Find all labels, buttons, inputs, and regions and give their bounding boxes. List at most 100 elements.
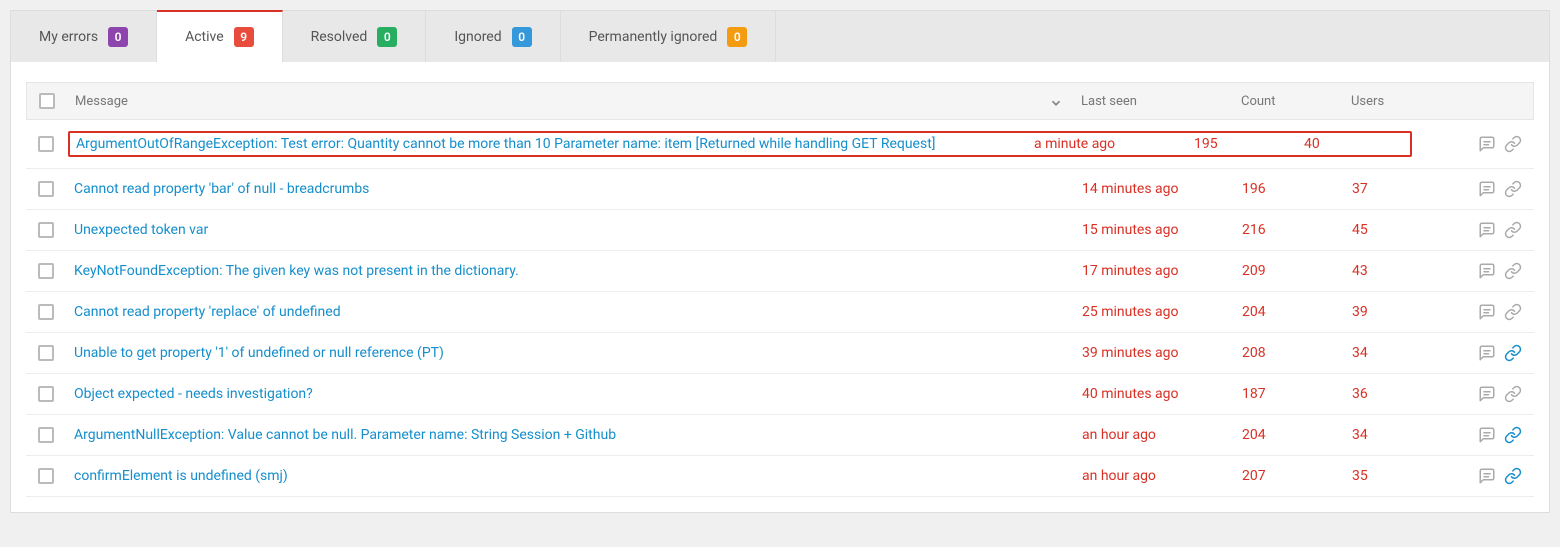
table-row: Unable to get property '1' of undefined … xyxy=(26,333,1534,374)
row-checkbox[interactable] xyxy=(38,386,54,402)
table-row: Unexpected token var 15 minutes ago21645 xyxy=(26,210,1534,251)
count-value: 216 xyxy=(1242,222,1352,238)
error-message-link[interactable]: KeyNotFoundException: The given key was … xyxy=(74,263,519,279)
comment-icon[interactable] xyxy=(1478,426,1496,444)
users-value: 36 xyxy=(1352,386,1452,402)
tab-ignored[interactable]: Ignored0 xyxy=(426,11,560,62)
users-value: 35 xyxy=(1352,468,1452,484)
link-icon[interactable] xyxy=(1504,135,1522,153)
users-value: 43 xyxy=(1352,263,1452,279)
tab-count-badge: 0 xyxy=(727,27,747,47)
tab-label: Permanently ignored xyxy=(589,29,718,45)
error-panel: My errors0Active9Resolved0Ignored0Perman… xyxy=(10,10,1550,513)
tab-my-errors[interactable]: My errors 0 xyxy=(11,11,157,62)
tab-label: My errors xyxy=(39,29,98,45)
table-row: Cannot read property 'replace' of undefi… xyxy=(26,292,1534,333)
count-value: 187 xyxy=(1242,386,1352,402)
row-checkbox[interactable] xyxy=(38,263,54,279)
lastseen-value: 39 minutes ago xyxy=(1082,345,1242,361)
tab-active[interactable]: Active 9 xyxy=(157,10,283,62)
count-value: 204 xyxy=(1242,427,1352,443)
comment-icon[interactable] xyxy=(1478,303,1496,321)
row-checkbox[interactable] xyxy=(38,136,54,152)
link-icon[interactable] xyxy=(1504,180,1522,198)
header-count[interactable]: Count xyxy=(1241,94,1351,109)
error-message-link[interactable]: Unable to get property '1' of undefined … xyxy=(74,345,444,361)
table-row: ArgumentOutOfRangeException: Test error:… xyxy=(26,120,1534,169)
users-value: 39 xyxy=(1352,304,1452,320)
lastseen-value: 40 minutes ago xyxy=(1082,386,1242,402)
count-value: 207 xyxy=(1242,468,1352,484)
lastseen-value: an hour ago xyxy=(1082,427,1242,443)
tab-bar: My errors0Active9Resolved0Ignored0Perman… xyxy=(11,11,1549,62)
table-row: confirmElement is undefined (smj) an hour… xyxy=(26,456,1534,497)
error-message-link[interactable]: ArgumentOutOfRangeException: Test error:… xyxy=(76,136,935,152)
comment-icon[interactable] xyxy=(1478,221,1496,239)
table-header-row: Message Last seen Count Users xyxy=(26,82,1534,120)
users-value: 34 xyxy=(1352,427,1452,443)
count-value: 195 xyxy=(1194,136,1304,152)
table-row: KeyNotFoundException: The given key was … xyxy=(26,251,1534,292)
comment-icon[interactable] xyxy=(1478,385,1496,403)
lastseen-value: 14 minutes ago xyxy=(1082,181,1242,197)
error-message-link[interactable]: confirmElement is undefined (smj) xyxy=(74,468,288,484)
row-checkbox[interactable] xyxy=(38,304,54,320)
comment-icon[interactable] xyxy=(1478,344,1496,362)
header-message-label: Message xyxy=(75,94,128,109)
row-checkbox[interactable] xyxy=(38,345,54,361)
lastseen-value: 15 minutes ago xyxy=(1082,222,1242,238)
users-value: 34 xyxy=(1352,345,1452,361)
error-message-link[interactable]: Cannot read property 'bar' of null - bre… xyxy=(74,181,369,197)
header-users-label: Users xyxy=(1351,94,1384,109)
comment-icon[interactable] xyxy=(1478,180,1496,198)
link-icon[interactable] xyxy=(1504,221,1522,239)
tab-count-badge: 9 xyxy=(234,27,254,47)
chevron-down-icon[interactable] xyxy=(1049,96,1063,113)
error-message-link[interactable]: Unexpected token var xyxy=(74,222,208,238)
lastseen-value: 25 minutes ago xyxy=(1082,304,1242,320)
count-value: 204 xyxy=(1242,304,1352,320)
select-all-checkbox[interactable] xyxy=(39,93,55,109)
comment-icon[interactable] xyxy=(1478,262,1496,280)
link-icon[interactable] xyxy=(1504,262,1522,280)
row-checkbox[interactable] xyxy=(38,181,54,197)
tab-label: Resolved xyxy=(311,29,368,45)
tab-label: Active xyxy=(185,29,224,45)
lastseen-value: a minute ago xyxy=(1034,136,1194,152)
link-icon[interactable] xyxy=(1504,467,1522,485)
content-area: Message Last seen Count Users ArgumentOu… xyxy=(11,62,1549,512)
tab-count-badge: 0 xyxy=(377,27,397,47)
header-lastseen[interactable]: Last seen xyxy=(1081,94,1241,109)
error-message-link[interactable]: Cannot read property 'replace' of undefi… xyxy=(74,304,341,320)
tab-count-badge: 0 xyxy=(108,27,128,47)
row-checkbox[interactable] xyxy=(38,427,54,443)
count-value: 196 xyxy=(1242,181,1352,197)
users-value: 45 xyxy=(1352,222,1452,238)
link-icon[interactable] xyxy=(1504,426,1522,444)
users-value: 37 xyxy=(1352,181,1452,197)
header-users[interactable]: Users xyxy=(1351,94,1451,109)
tab-permanently-ignored[interactable]: Permanently ignored 0 xyxy=(561,11,777,62)
lastseen-value: 17 minutes ago xyxy=(1082,263,1242,279)
error-message-link[interactable]: Object expected - needs investigation? xyxy=(74,386,313,402)
table-row: Object expected - needs investigation? 40… xyxy=(26,374,1534,415)
row-checkbox[interactable] xyxy=(38,468,54,484)
comment-icon[interactable] xyxy=(1478,135,1496,153)
tab-resolved[interactable]: Resolved 0 xyxy=(283,11,427,62)
users-value: 40 xyxy=(1304,136,1404,152)
count-value: 209 xyxy=(1242,263,1352,279)
link-icon[interactable] xyxy=(1504,303,1522,321)
tab-count-badge: 0 xyxy=(512,27,532,47)
lastseen-value: an hour ago xyxy=(1082,468,1242,484)
highlighted-row-box: ArgumentOutOfRangeException: Test error:… xyxy=(68,131,1412,157)
header-lastseen-label: Last seen xyxy=(1081,94,1137,109)
link-icon[interactable] xyxy=(1504,385,1522,403)
count-value: 208 xyxy=(1242,345,1352,361)
error-message-link[interactable]: ArgumentNullException: Value cannot be n… xyxy=(74,427,616,443)
header-count-label: Count xyxy=(1241,94,1275,109)
comment-icon[interactable] xyxy=(1478,467,1496,485)
row-checkbox[interactable] xyxy=(38,222,54,238)
table-row: Cannot read property 'bar' of null - bre… xyxy=(26,169,1534,210)
header-message[interactable]: Message xyxy=(75,94,1081,109)
link-icon[interactable] xyxy=(1504,344,1522,362)
